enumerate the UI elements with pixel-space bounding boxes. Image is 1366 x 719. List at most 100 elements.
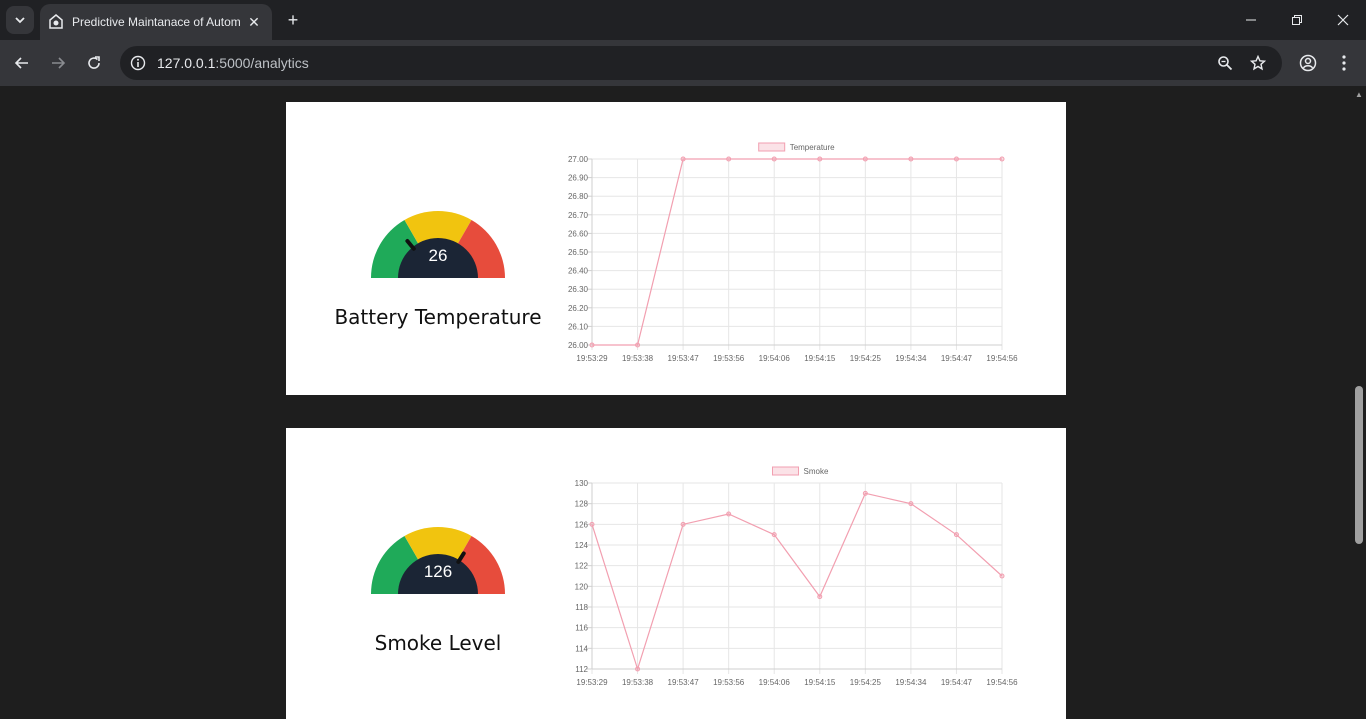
temperature-line-chart: Temperature 26.00 26.10 26.20 26.30 26.40 26.5… <box>568 142 1018 363</box>
y-tick-label: 130 <box>575 479 589 488</box>
x-tick-label: 19:54:34 <box>895 354 927 363</box>
scroll-up-arrow-icon[interactable]: ▲ <box>1355 90 1363 99</box>
data-point <box>635 342 641 348</box>
reload-icon[interactable] <box>80 49 108 77</box>
gauge-value: 26 <box>428 246 448 265</box>
data-point <box>953 532 959 538</box>
forward-icon[interactable] <box>44 49 72 77</box>
y-tick-label: 116 <box>575 624 588 633</box>
minimize-icon[interactable] <box>1228 0 1274 40</box>
data-point <box>999 156 1005 162</box>
x-tick-label: 19:54:06 <box>759 678 791 687</box>
data-point <box>953 156 959 162</box>
data-point <box>862 490 868 496</box>
browser-tab-strip: Predictive Maintanace of Autom ✕ + <box>0 0 1366 40</box>
card-title: Smoke Level <box>374 631 502 655</box>
x-tick-label: 19:54:15 <box>804 354 836 363</box>
y-tick-label: 26.30 <box>568 285 589 294</box>
data-point <box>771 532 777 538</box>
y-tick-label: 26.90 <box>568 174 589 183</box>
close-icon[interactable]: ✕ <box>246 14 262 31</box>
data-point <box>680 156 686 162</box>
data-point <box>817 594 823 600</box>
browser-tab[interactable]: Predictive Maintanace of Autom ✕ <box>40 4 272 40</box>
y-tick-label: 27.00 <box>568 155 589 164</box>
y-tick-label: 124 <box>575 541 589 550</box>
site-info-icon[interactable] <box>128 53 148 73</box>
x-tick-label: 19:53:29 <box>576 354 608 363</box>
smoke-line-chart: Smoke 112 114 116 118 120 122 124 126 128 130 19:53… <box>575 466 1018 687</box>
x-tick-label: 19:53:29 <box>576 678 608 687</box>
data-point <box>908 156 914 162</box>
legend-swatch <box>758 142 786 152</box>
data-point <box>589 521 595 527</box>
kebab-menu-icon[interactable] <box>1330 49 1358 77</box>
browser-toolbar: 127.0.0.1:5000/analytics <box>0 40 1366 86</box>
y-tick-label: 122 <box>575 562 589 571</box>
series-line <box>591 492 1003 671</box>
y-tick-label: 114 <box>575 644 588 653</box>
x-tick-label: 19:54:34 <box>895 678 927 687</box>
y-tick-label: 26.60 <box>568 229 589 238</box>
url-host: 127.0.0.1 <box>157 55 216 71</box>
smoke-level-card: 126 Smoke Level Smoke 112 114 116 118 120 122 1… <box>286 428 1066 719</box>
x-tick-label: 19:54:25 <box>850 678 882 687</box>
x-tick-label: 19:54:06 <box>759 354 791 363</box>
app-favicon <box>48 14 64 30</box>
data-point <box>680 521 686 527</box>
y-tick-label: 26.80 <box>568 192 589 201</box>
back-icon[interactable] <box>8 49 36 77</box>
y-tick-label: 128 <box>575 500 589 509</box>
y-tick-label: 120 <box>575 582 589 591</box>
smoke-level-gauge: 126 <box>370 524 506 598</box>
y-tick-label: 26.70 <box>568 211 589 220</box>
y-tick-label: 26.00 <box>568 341 589 350</box>
y-tick-label: 112 <box>575 665 588 674</box>
address-bar[interactable]: 127.0.0.1:5000/analytics <box>120 46 1282 80</box>
y-tick-label: 26.20 <box>568 304 589 313</box>
x-tick-label: 19:54:25 <box>850 354 882 363</box>
page-viewport: 26 Battery Temperature Temperature 26.00 2… <box>0 86 1352 719</box>
battery-temperature-gauge: 26 <box>370 208 506 282</box>
battery-temperature-card: 26 Battery Temperature Temperature 26.00 2… <box>286 102 1066 395</box>
x-tick-label: 19:54:15 <box>804 678 836 687</box>
x-tick-label: 19:54:56 <box>986 354 1018 363</box>
data-point <box>726 156 732 162</box>
plus-icon[interactable]: + <box>282 9 304 31</box>
data-point <box>908 501 914 507</box>
x-tick-label: 19:53:38 <box>622 354 654 363</box>
y-tick-label: 26.10 <box>568 322 589 331</box>
x-tick-label: 19:53:56 <box>713 678 745 687</box>
scrollbar[interactable]: ▲ <box>1352 86 1366 719</box>
x-tick-label: 19:54:47 <box>941 354 973 363</box>
data-point <box>635 666 641 672</box>
x-tick-label: 19:54:47 <box>941 678 973 687</box>
y-tick-label: 118 <box>575 603 588 612</box>
data-point <box>999 573 1005 579</box>
gauge-value: 126 <box>423 562 453 581</box>
tab-search-icon[interactable] <box>6 6 34 34</box>
tab-title: Predictive Maintanace of Autom <box>72 15 240 29</box>
data-point <box>726 511 732 517</box>
y-tick-label: 126 <box>575 520 589 529</box>
bookmark-star-icon[interactable] <box>1248 53 1268 73</box>
y-tick-label: 26.40 <box>568 267 589 276</box>
zoom-icon[interactable] <box>1215 53 1235 73</box>
profile-icon[interactable] <box>1294 49 1322 77</box>
url-text: 127.0.0.1:5000/analytics <box>157 55 309 71</box>
y-tick-label: 26.50 <box>568 248 589 257</box>
data-point <box>817 156 823 162</box>
scrollbar-thumb[interactable] <box>1355 386 1363 544</box>
data-point <box>771 156 777 162</box>
url-path: :5000/analytics <box>215 55 309 71</box>
data-point <box>589 342 595 348</box>
x-tick-label: 19:53:56 <box>713 354 745 363</box>
legend-label: Smoke <box>804 467 829 476</box>
data-point <box>862 156 868 162</box>
card-title: Battery Temperature <box>334 305 542 329</box>
restore-icon[interactable] <box>1274 0 1320 40</box>
x-tick-label: 19:53:47 <box>668 354 700 363</box>
close-window-icon[interactable] <box>1320 0 1366 40</box>
legend-label: Temperature <box>790 143 835 152</box>
x-tick-label: 19:53:38 <box>622 678 654 687</box>
